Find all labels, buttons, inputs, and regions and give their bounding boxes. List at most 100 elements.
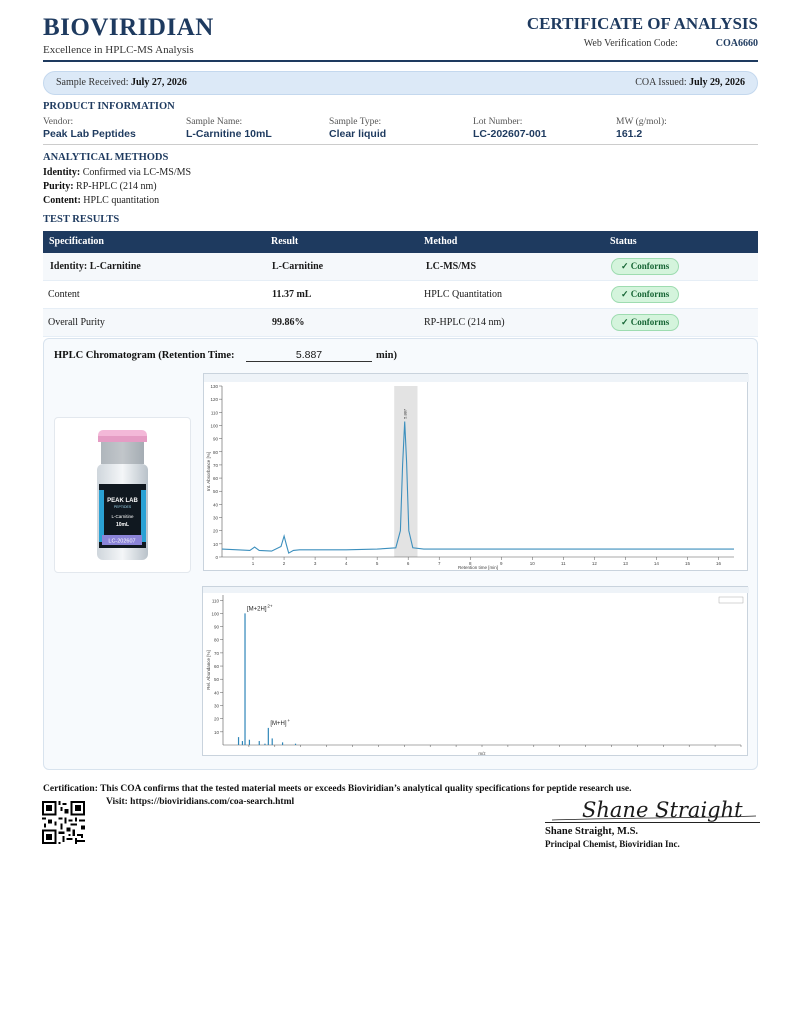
y-tick-label: 20: [214, 717, 220, 722]
row-method: LC-MS/MS: [426, 261, 476, 272]
y-tick-label: 50: [213, 489, 219, 494]
document-header: BIOVIRIDIAN Excellence in HPLC-MS Analys…: [43, 14, 758, 62]
sample-type-label: Sample Type:: [329, 117, 382, 127]
y-tick-label: 20: [213, 529, 219, 534]
results-body: Identity: L-Carnitine L-Carnitine LC-MS/…: [43, 253, 758, 337]
y-axis-label: Int. Absorbance [%]: [206, 452, 211, 491]
header-divider: [43, 60, 758, 62]
peak-annotation: [M+H]: [270, 721, 287, 727]
y-tick-label: 30: [214, 704, 220, 709]
x-tick-label: 3: [314, 561, 317, 566]
header-method: Method: [424, 236, 458, 247]
sample-name-field: Sample Name: L-Carnitine 10mL: [186, 117, 272, 140]
y-tick-label: 80: [213, 450, 219, 455]
x-tick-label: 7: [438, 561, 441, 566]
row-spec: Content: [48, 289, 80, 300]
header-specification: Specification: [49, 236, 104, 247]
signer-title: Principal Chemist, Bioviridian Inc.: [545, 839, 680, 849]
analytical-methods-title: ANALYTICAL METHODS: [43, 152, 169, 163]
x-tick-label: 6: [407, 561, 410, 566]
vial-subbrand: PEPTIDES: [114, 505, 132, 509]
hplc-chromatogram-plot: 0 10 20 30 40 50 60 70 80 90 100 110 120 130 1 2 3 4 5 6 7 8 9…: [203, 373, 749, 571]
row-result: 11.37 mL: [272, 289, 312, 300]
row-spec: Identity: L-Carnitine: [50, 261, 141, 272]
peak-annotation: [M+2H]: [247, 606, 267, 612]
chromatogram-trace: [221, 421, 734, 554]
y-tick-label: 110: [211, 410, 219, 415]
x-tick-label: 15: [685, 561, 691, 566]
chromatogram-title: HPLC Chromatogram (Retention Time:: [54, 350, 235, 361]
y-tick-label: 10: [213, 542, 219, 547]
row-result: 99.86%: [272, 317, 305, 328]
y-tick-label: 60: [214, 664, 220, 669]
x-axis-label: m/z: [478, 751, 486, 756]
signature-line: [545, 822, 760, 823]
chromatogram-panel: HPLC Chromatogram (Retention Time: 5.887…: [43, 338, 758, 770]
y-tick-label: 50: [214, 677, 220, 682]
x-tick-label: 4: [345, 561, 348, 566]
x-tick-label: 10: [530, 561, 536, 566]
method-purity-label: Purity:: [43, 181, 74, 192]
qr-code-icon[interactable]: [42, 801, 85, 844]
brand-tagline: Excellence in HPLC-MS Analysis: [43, 44, 194, 56]
x-tick-label: 12: [592, 561, 598, 566]
vial-icon: PEAK LAB PEPTIDES L-Carnitine 10mL LC-20…: [97, 430, 148, 560]
conforms-badge: ✓ Conforms: [611, 314, 680, 331]
y-tick-label: 60: [213, 476, 219, 481]
mw-value: 161.2: [616, 128, 643, 140]
y-tick-label: 10: [214, 730, 220, 735]
method-purity: Purity: RP-HPLC (214 nm): [43, 181, 157, 192]
vendor-field: Vendor: Peak Lab Peptides: [43, 117, 136, 140]
ms-chart: 10 20 30 40 50 60 70 80 90 100 110 m/z Rel. Abundanc…: [203, 587, 749, 756]
table-row: Content 11.37 mL HPLC Quantitation ✓ Con…: [43, 281, 758, 309]
x-tick-label: 2: [283, 561, 286, 566]
y-tick-label: 120: [210, 397, 218, 402]
plot-title-bar: [203, 587, 749, 593]
vial-product: L-Carnitine: [111, 514, 134, 519]
brand-name: BIOVIRIDIAN: [43, 14, 214, 41]
vial-volume: 10mL: [116, 522, 129, 528]
signer-name: Shane Straight, M.S.: [545, 826, 639, 837]
received-value: July 27, 2026: [130, 77, 187, 88]
legend-box: [718, 596, 744, 604]
header-status: Status: [610, 236, 637, 247]
conforms-badge: ✓ Conforms: [611, 286, 680, 303]
y-tick-label: 80: [214, 638, 220, 643]
method-identity-label: Identity:: [43, 167, 81, 178]
y-tick-label: 30: [213, 516, 219, 521]
row-method: HPLC Quantitation: [424, 289, 503, 300]
peak-annotation-charge: 2+: [267, 603, 273, 608]
results-header-row: Specification Result Method Status: [43, 231, 758, 253]
method-identity-value: Confirmed via LC-MS/MS: [82, 167, 192, 178]
x-tick-label: 1: [252, 561, 255, 566]
lot-number-label: Lot Number:: [473, 117, 523, 127]
verification-url[interactable]: Visit: https://bioviridians.com/coa-sear…: [106, 797, 294, 807]
ms-spectrum-plot: 10 20 30 40 50 60 70 80 90 100 110 m/z Rel. Abundanc…: [202, 586, 749, 756]
x-tick-label: 11: [561, 561, 566, 566]
peak-label: 5.887: [403, 408, 408, 419]
document-title: CERTIFICATE OF ANALYSIS: [526, 14, 758, 33]
row-result: L-Carnitine: [272, 261, 324, 272]
product-info-grid: Vendor: Peak Lab Peptides Sample Name: L…: [43, 117, 758, 145]
vendor-value: Peak Lab Peptides: [43, 128, 136, 140]
method-content: Content: HPLC quantitation: [43, 195, 159, 206]
y-tick-label: 100: [211, 611, 219, 616]
verification-code[interactable]: COA6660: [716, 38, 758, 49]
x-tick-label: 5: [376, 561, 379, 566]
y-tick-label: 110: [212, 598, 220, 603]
x-tick-label: 13: [623, 561, 629, 566]
certification-statement: Certification: This COA confirms that th…: [43, 784, 632, 794]
plot-title-bar: [204, 374, 749, 382]
verification-label: Web Verification Code:: [583, 38, 678, 49]
x-tick-label: 9: [500, 561, 503, 566]
x-tick-label: 14: [654, 561, 660, 566]
sample-received: Sample Received: July 27, 2026: [56, 77, 187, 88]
y-tick-label: 70: [214, 651, 220, 656]
row-spec: Overall Purity: [48, 317, 105, 328]
lot-number-value: LC-202607-001: [473, 128, 547, 140]
product-info-title: PRODUCT INFORMATION: [43, 101, 175, 112]
sample-name-label: Sample Name:: [186, 117, 243, 127]
y-tick-label: 0: [215, 555, 218, 560]
y-tick-label: 40: [214, 690, 220, 695]
retention-time-value: 5.887: [246, 349, 372, 362]
